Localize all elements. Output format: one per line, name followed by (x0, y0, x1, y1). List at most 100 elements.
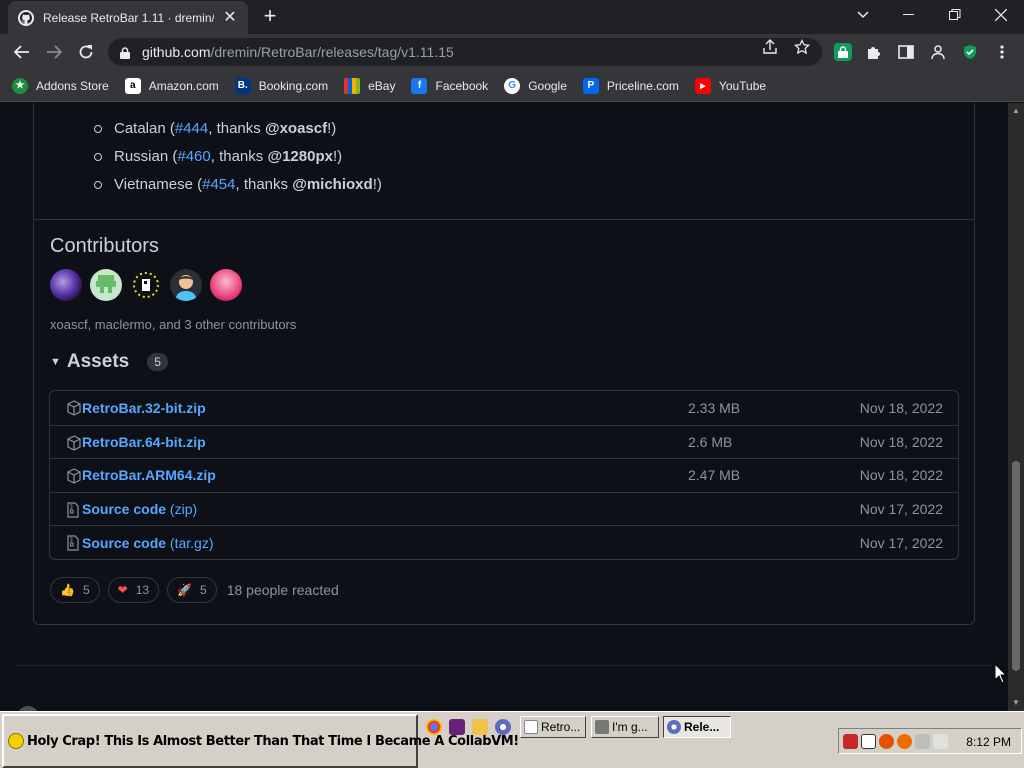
asset-link[interactable]: RetroBar.64-bit.zip (82, 434, 206, 450)
system-tray: 8:12 PM (838, 728, 1022, 754)
tray-network-icon[interactable] (915, 734, 930, 749)
amazon-icon: a (124, 77, 141, 94)
bookmark-priceline[interactable]: P Priceline.com (582, 77, 679, 94)
rocket-icon: 🚀 (177, 583, 193, 597)
priceline-icon: P (582, 77, 599, 94)
file-zip-icon (67, 502, 81, 518)
package-icon (67, 468, 81, 484)
bookmark-booking[interactable]: B. Booking.com (234, 77, 328, 94)
new-tab-button[interactable]: + (259, 5, 281, 28)
asset-size: 2.6 MB (688, 433, 733, 450)
reaction-thumbs-up[interactable]: 👍 5 (50, 577, 100, 603)
issue-link[interactable]: #444 (175, 120, 208, 137)
contributors-heading: Contributors (50, 235, 159, 257)
release-notes: Catalan (#444, thanks @xoascf!) Russian … (34, 103, 974, 220)
asset-link[interactable]: Source code (zip) (82, 501, 197, 517)
heart-icon: ❤ (117, 583, 128, 597)
list-item: Catalan (#444, thanks @xoascf!) (94, 115, 382, 143)
app-icon (595, 720, 609, 734)
ebay-icon: e (344, 77, 361, 94)
extension-lock-icon[interactable] (834, 43, 852, 61)
browser-quicklaunch-icon[interactable] (495, 719, 511, 735)
user-mention[interactable]: @1280px (267, 148, 333, 165)
tray-shield-icon[interactable] (861, 734, 876, 749)
bookmark-facebook[interactable]: f Facebook (411, 77, 488, 94)
share-icon[interactable] (761, 39, 779, 60)
scrollbar-thumb[interactable] (1012, 461, 1020, 671)
bookmark-youtube[interactable]: ▶ YouTube (694, 77, 766, 94)
reactions-summary: 18 people reacted (226, 582, 339, 598)
thumbs-up-icon: 👍 (60, 583, 75, 597)
issue-link[interactable]: #460 (177, 148, 210, 165)
avatar[interactable] (170, 269, 202, 301)
list-item: Russian (#460, thanks @1280px!) (94, 143, 382, 171)
avatar[interactable] (210, 269, 242, 301)
asset-date: Nov 18, 2022 (859, 399, 943, 416)
page-scrollbar[interactable]: ▲ ▼ (1008, 103, 1024, 711)
forward-icon[interactable] (40, 38, 68, 66)
close-tab-icon[interactable]: ✕ (222, 9, 238, 26)
url-text: github.com/dremin/RetroBar/releases/tag/… (142, 44, 454, 60)
avatar[interactable] (50, 269, 82, 301)
taskbar: Holy Crap! This Is Almost Better Than Th… (0, 711, 1024, 768)
scroll-up-icon[interactable]: ▲ (1008, 103, 1024, 119)
smiley-icon (8, 733, 24, 749)
reaction-rocket[interactable]: 🚀 5 (167, 577, 217, 603)
menu-dots-icon[interactable] (993, 43, 1011, 61)
bookmark-star-icon[interactable] (793, 38, 811, 60)
table-row: RetroBar.32-bit.zip 2.33 MB Nov 18, 2022 (50, 391, 958, 425)
issue-link[interactable]: #454 (202, 176, 235, 193)
file-zip-icon (67, 535, 81, 551)
asset-size: 2.33 MB (688, 399, 741, 416)
restore-icon[interactable] (932, 0, 978, 30)
visual-studio-icon[interactable] (449, 719, 465, 735)
asset-link[interactable]: RetroBar.ARM64.zip (82, 467, 216, 483)
contributors-summary[interactable]: xoascf, maclermo, and 3 other contributo… (50, 317, 296, 332)
tray-search-icon[interactable] (879, 734, 894, 749)
chrome-quicklaunch-icon[interactable] (426, 719, 442, 735)
bookmark-google[interactable]: G Google (504, 77, 567, 94)
bookmark-amazon[interactable]: a Amazon.com (124, 77, 219, 94)
minimize-icon[interactable] (886, 0, 932, 30)
asset-date: Nov 18, 2022 (859, 467, 943, 484)
profile-icon[interactable] (929, 43, 947, 61)
reaction-heart[interactable]: ❤ 13 (107, 577, 160, 603)
table-row: Source code (tar.gz) Nov 17, 2022 (50, 525, 958, 559)
browser-tab[interactable]: Release RetroBar 1.11 · dremin/R ✕ (8, 1, 248, 34)
asset-size: 2.47 MB (688, 467, 741, 484)
shield-check-icon[interactable] (961, 43, 979, 61)
avatar[interactable] (90, 269, 122, 301)
close-window-icon[interactable] (978, 0, 1024, 30)
reload-icon[interactable] (72, 38, 100, 66)
table-row: RetroBar.64-bit.zip 2.6 MB Nov 18, 2022 (50, 424, 958, 459)
addons-store-icon: ★ (12, 77, 28, 94)
lock-icon[interactable] (120, 46, 130, 59)
booking-icon: B. (234, 77, 251, 94)
asset-date: Nov 17, 2022 (859, 534, 943, 551)
avatar[interactable] (130, 269, 162, 301)
address-bar[interactable]: github.com/dremin/RetroBar/releases/tag/… (108, 38, 822, 66)
user-mention[interactable]: @xoascf (265, 120, 327, 137)
start-label: Holy Crap! This Is Almost Better Than Th… (27, 733, 519, 749)
back-icon[interactable] (8, 38, 36, 66)
tab-search-icon[interactable] (840, 0, 886, 30)
extensions-puzzle-icon[interactable] (865, 43, 883, 61)
folder-icon[interactable] (472, 719, 488, 735)
taskbar-button-release[interactable]: Rele... (663, 716, 731, 738)
asset-link[interactable]: RetroBar.32-bit.zip (82, 400, 206, 416)
user-mention[interactable]: @michioxd (292, 176, 372, 193)
tray-volume-icon[interactable] (933, 734, 948, 749)
start-button[interactable]: Holy Crap! This Is Almost Better Than Th… (2, 714, 519, 768)
package-icon (67, 400, 81, 416)
bookmark-addons-store[interactable]: ★ Addons Store (12, 77, 109, 94)
scroll-down-icon[interactable]: ▼ (1008, 695, 1024, 711)
assets-toggle[interactable]: ▼ Assets 5 (50, 351, 168, 373)
bookmark-ebay[interactable]: eeBay (344, 77, 395, 94)
side-panel-icon[interactable] (897, 43, 915, 61)
tray-app-icon[interactable] (843, 734, 858, 749)
tray-alert-icon[interactable] (897, 734, 912, 749)
asset-link[interactable]: Source code (tar.gz) (82, 535, 214, 551)
taskbar-button-im[interactable]: I'm g... (591, 716, 659, 738)
assets-count-badge: 5 (147, 353, 168, 371)
taskbar-button-retrobar[interactable]: Retro... (520, 716, 586, 738)
